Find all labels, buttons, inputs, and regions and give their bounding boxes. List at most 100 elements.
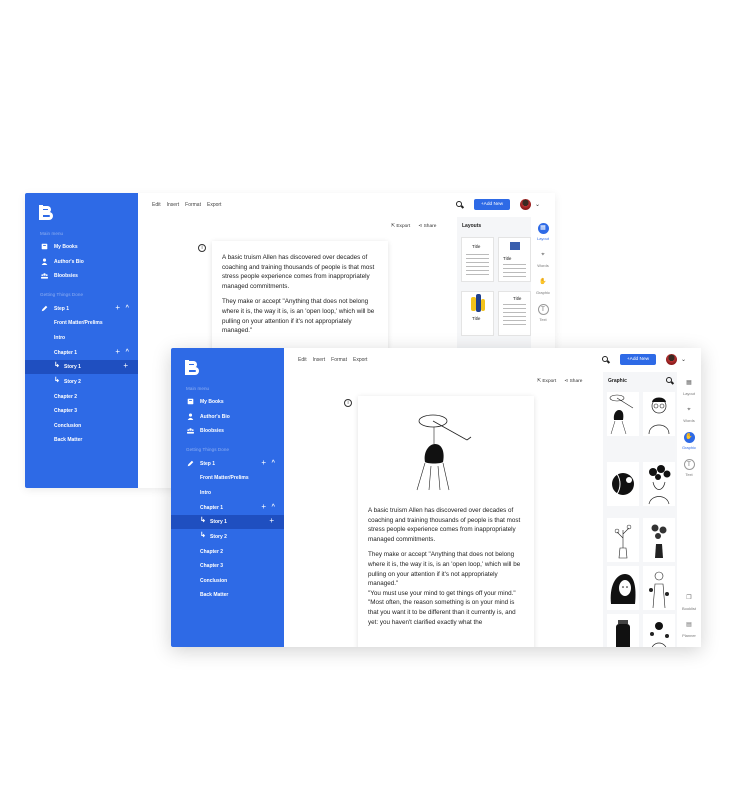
nav-authors-bio[interactable]: Author's Bio [25,255,138,269]
graphic-thumb-6[interactable] [643,518,675,562]
chevron-up-icon[interactable]: ^ [271,503,275,511]
add-icon[interactable]: + [115,304,120,312]
export-action[interactable]: ⇱ Export [537,379,556,384]
tree-label: Front Matter/Prelims [54,320,103,326]
chevron-up-icon[interactable]: ^ [125,348,129,356]
chevron-up-icon[interactable]: ^ [125,304,129,312]
rail-graphic[interactable]: ✋ Graphic [681,432,697,456]
menu-insert[interactable]: Insert [167,202,180,208]
illustration-woman-flowers-icon [650,622,669,647]
tree-label: Step 1 [54,306,70,312]
layout-thumb-3[interactable]: Title [461,291,494,336]
rail-booklist[interactable]: ❐ Booklist [681,593,697,617]
menu-insert[interactable]: Insert [313,357,326,363]
menu-format[interactable]: Format [331,357,347,363]
tree-chapter-1[interactable]: Chapter 1 + ^ [171,501,284,515]
tree-back-matter[interactable]: Back Matter [171,588,284,602]
graphic-thumb-10[interactable] [643,614,675,647]
avatar[interactable] [520,199,531,210]
tree-story-2[interactable]: ↳ Story 2 [25,375,138,389]
add-icon[interactable]: + [123,362,128,370]
tree-intro[interactable]: Intro [171,486,284,500]
tree-front-matter[interactable]: Front Matter/Prelims [171,471,284,485]
info-icon[interactable]: i [198,244,206,252]
tree-chapter-3[interactable]: Chapter 3 [25,404,138,418]
info-icon[interactable]: i [344,399,352,407]
chevron-up-icon[interactable]: ^ [271,459,275,467]
chevron-down-icon[interactable]: ⌄ [681,356,686,363]
avatar[interactable] [666,354,677,365]
rail-words[interactable]: ⌖ Words [681,405,697,429]
tree-front-matter[interactable]: Front Matter/Prelims [25,316,138,330]
nav-bloobsies[interactable]: Bloobsies [25,269,138,283]
app-logo[interactable] [39,205,55,222]
tree-step-1[interactable]: Step 1 + ^ [25,302,138,316]
rail-text[interactable]: T Text [535,304,551,328]
rail-layout[interactable]: ▦ Layout [535,223,551,247]
tree-story-2[interactable]: ↳ Story 2 [171,530,284,544]
book-icon [187,398,194,405]
menu-edit[interactable]: Edit [298,357,307,363]
search-icon[interactable] [602,356,611,364]
app-logo[interactable] [185,360,201,377]
graphic-thumb-1[interactable] [607,392,639,436]
add-icon[interactable]: + [269,517,274,525]
export-action[interactable]: ⇱ Export [391,224,410,229]
layout-thumb-4[interactable]: Title [498,291,531,336]
tree-chapter-2[interactable]: Chapter 2 [25,390,138,404]
add-new-button[interactable]: +Add New [474,199,510,210]
tree-step-1[interactable]: Step 1 + ^ [171,457,284,471]
nav-label: Author's Bio [54,259,84,265]
rail-layout[interactable]: ▦ Layout [681,378,697,402]
rail-label: Booklist [681,606,696,611]
illustration-woman-floral-icon [649,571,669,609]
sidebar: Main menu My Books Author's Bio Bloobsie… [171,348,284,647]
share-action[interactable]: ⋖ Share [564,379,582,384]
tree-story-1[interactable]: ↳ Story 1 + [171,515,284,529]
layout-thumb-1[interactable]: Title [461,237,494,282]
tree-chapter-2[interactable]: Chapter 2 [171,545,284,559]
rail-words[interactable]: ⌖ Words [535,250,551,274]
tree-intro[interactable]: Intro [25,331,138,345]
doc-paragraph: "You must use your mind to get things of… [368,589,516,597]
tree-chapter-1[interactable]: Chapter 1 + ^ [25,346,138,360]
tree-conclusion[interactable]: Conclusion [171,574,284,588]
menu-export[interactable]: Export [207,202,221,208]
graphic-thumb-3[interactable] [607,462,639,506]
rail-planner[interactable]: ▤ Planner [681,620,697,644]
illustration-bouquet-icon [651,524,667,558]
tree-label: Intro [200,490,212,496]
graphic-thumb-4[interactable] [643,462,675,506]
share-action[interactable]: ⋖ Share [418,224,436,229]
graphic-thumb-8[interactable] [643,566,675,610]
nav-label: Bloobsies [200,428,224,434]
tree-chapter-3[interactable]: Chapter 3 [171,559,284,573]
document-page[interactable]: A basic truism Allen has discovered over… [358,396,534,647]
menu-export[interactable]: Export [353,357,367,363]
rail-text[interactable]: T Text [681,459,697,483]
rail-label: Layout [536,236,549,241]
tree-conclusion[interactable]: Conclusion [25,419,138,433]
graphic-icon: ✋ [539,279,547,285]
nav-authors-bio[interactable]: Author's Bio [171,410,284,424]
menu-edit[interactable]: Edit [152,202,161,208]
tree-story-1[interactable]: ↳ Story 1 + [25,360,138,374]
menu-format[interactable]: Format [185,202,201,208]
nav-my-books[interactable]: My Books [171,395,284,409]
chevron-down-icon[interactable]: ⌄ [535,201,540,208]
add-new-button[interactable]: +Add New [620,354,656,365]
graphic-thumb-7[interactable] [607,566,639,610]
add-icon[interactable]: + [261,503,266,511]
add-icon[interactable]: + [115,348,120,356]
nav-bloobsies[interactable]: Bloobsies [171,424,284,438]
graphic-thumb-5[interactable] [607,518,639,562]
graphic-thumb-9[interactable] [607,614,639,647]
rail-graphic[interactable]: ✋ Graphic [535,277,551,301]
add-icon[interactable]: + [261,459,266,467]
search-icon[interactable] [456,201,465,209]
layout-thumb-2[interactable]: Title [498,237,531,282]
graphic-thumb-2[interactable] [643,392,675,436]
tree-back-matter[interactable]: Back Matter [25,433,138,447]
graphic-search-icon[interactable] [666,377,675,385]
nav-my-books[interactable]: My Books [25,240,138,254]
